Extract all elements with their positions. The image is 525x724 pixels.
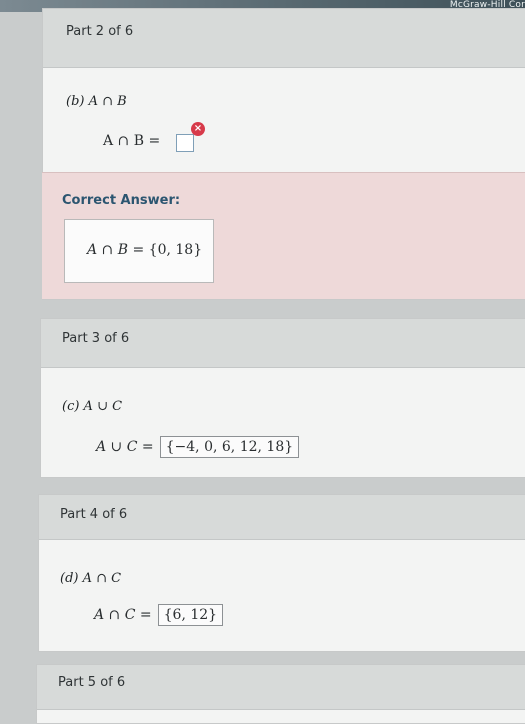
- part-2-question: (b) A ∩ B: [66, 94, 127, 109]
- part-2-equation-lhs: A ∩ B =: [103, 133, 161, 149]
- correct-answer-lhs: A ∩ B =: [87, 242, 145, 258]
- part-4-answer-box[interactable]: {6, 12}: [157, 604, 224, 626]
- part-4-equation-lhs: A ∩ C =: [94, 607, 152, 623]
- part-4-equation: A ∩ C = {6, 12}: [94, 604, 224, 626]
- part-2-label: Part 2 of 6: [66, 24, 134, 39]
- part-3-equation-lhs: A ∪ C =: [96, 439, 154, 455]
- correct-answer-box: A ∩ B = {0, 18}: [64, 219, 214, 283]
- correct-answer-panel: Correct Answer: A ∩ B = {0, 18}: [42, 172, 525, 299]
- part-5-card: [36, 664, 525, 724]
- incorrect-icon: ×: [191, 122, 205, 136]
- part-2-answer-input[interactable]: [176, 134, 194, 152]
- correct-answer-title: Correct Answer:: [62, 193, 181, 208]
- part-3-equation: A ∪ C = {−4, 0, 6, 12, 18}: [96, 436, 300, 458]
- part-4-question: (d) A ∩ C: [60, 571, 122, 586]
- correct-answer-value: {0, 18}: [148, 242, 203, 258]
- part-4-label: Part 4 of 6: [60, 507, 128, 522]
- part-5-label: Part 5 of 6: [58, 675, 126, 690]
- part-3-question: (c) A ∪ C: [62, 399, 123, 414]
- part-3-answer-box[interactable]: {−4, 0, 6, 12, 18}: [159, 436, 300, 458]
- part-3-label: Part 3 of 6: [62, 331, 130, 346]
- correct-answer-expression: A ∩ B = {0, 18}: [87, 242, 202, 258]
